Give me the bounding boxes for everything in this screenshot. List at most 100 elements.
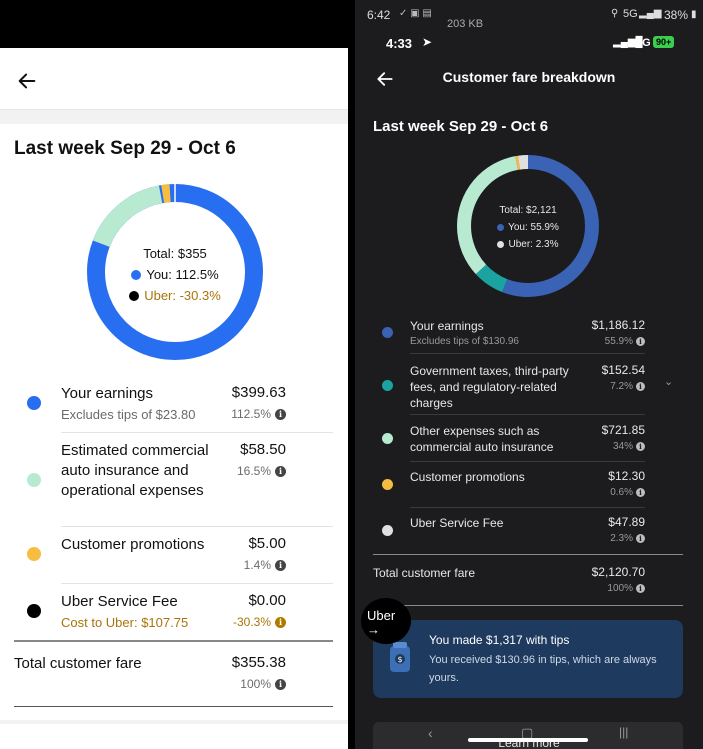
row-label: Your earnings bbox=[410, 319, 484, 333]
chevron-down-icon[interactable]: ⌄ bbox=[664, 375, 673, 388]
tips-title: You made $1,317 with tips bbox=[429, 633, 570, 647]
donut-center-legend: Total: $355 You: 112.5% Uber: -30.3% bbox=[110, 243, 240, 306]
location-icon: ⚲ bbox=[611, 8, 619, 19]
data-speed: 203 KB bbox=[447, 18, 484, 30]
bottom-gap bbox=[0, 720, 348, 724]
total-pct-wrap[interactable]: 100% i bbox=[607, 583, 645, 594]
battery-text: 38% bbox=[664, 8, 689, 22]
total-label: Total customer fare bbox=[373, 566, 476, 580]
info-icon[interactable]: i bbox=[275, 678, 286, 690]
status-bar-inner: 4:33 ➤ ▂▄▆█ 5G 90+ bbox=[355, 32, 703, 56]
tips-body: You received $130.96 in tips, which are … bbox=[429, 654, 657, 684]
donut-center-legend: Total: $2,121 You: 55.9% Uber: 2.3% bbox=[473, 202, 583, 253]
taxes-dot bbox=[382, 380, 393, 391]
header-title: Customer fare breakdown bbox=[442, 69, 616, 85]
row-pct: -30.3% bbox=[232, 615, 271, 629]
status-bar-outer: 6:42 ✓ ▣ ▤ 203 KB ⚲ 5G ▂▄▆ 38% ▮ bbox=[355, 0, 703, 32]
row-pct: 1.4% bbox=[243, 558, 271, 572]
network-label-2: 5G bbox=[636, 37, 651, 49]
info-icon[interactable]: i bbox=[636, 534, 645, 543]
row-pct-wrap[interactable]: 1.4% i bbox=[244, 558, 286, 572]
divider bbox=[61, 583, 333, 584]
notification-icons: ✓ ▣ ▤ bbox=[399, 8, 432, 19]
back-arrow-icon[interactable] bbox=[16, 70, 38, 92]
earnings-dot bbox=[382, 327, 393, 338]
info-icon[interactable]: i bbox=[636, 442, 645, 451]
status-bar bbox=[0, 0, 348, 48]
svg-text:$: $ bbox=[397, 655, 402, 664]
service-fee-dot bbox=[382, 525, 393, 536]
bubble-label: Uber bbox=[367, 608, 396, 623]
right-dark-screen: 6:42 ✓ ▣ ▤ 203 KB ⚲ 5G ▂▄▆ 38% ▮ 4:33 ➤ … bbox=[355, 0, 703, 749]
row-pct: 16.5% bbox=[236, 464, 271, 478]
battery-icon: ▮ bbox=[691, 9, 697, 20]
tips-card[interactable]: $ You made $1,317 with tips You received… bbox=[373, 620, 683, 698]
status-time-big: 4:33 bbox=[386, 36, 413, 51]
center-you: You: 55.9% bbox=[508, 222, 559, 233]
row-label: Government taxes, third-party fees, and … bbox=[410, 364, 569, 410]
insurance-dot bbox=[27, 473, 41, 487]
divider bbox=[410, 507, 645, 508]
network-label: 5G bbox=[623, 8, 638, 20]
row-pct: 112.5% bbox=[231, 407, 271, 421]
info-icon[interactable]: i bbox=[636, 337, 645, 346]
status-time: 6:42 bbox=[367, 8, 391, 22]
info-icon[interactable]: i bbox=[636, 584, 645, 593]
total-pct-wrap[interactable]: 100% i bbox=[240, 677, 286, 691]
row-amount: $1,186.12 bbox=[591, 318, 645, 332]
promotions-dot bbox=[27, 547, 41, 561]
row-pct: 7.2% bbox=[610, 381, 633, 392]
divider-bottom bbox=[14, 706, 333, 707]
row-sub: Excludes tips of $130.96 bbox=[410, 336, 519, 347]
row-pct: 0.6% bbox=[610, 487, 633, 498]
screenshot-composite: Last week Sep 29 - Oct 6 Total: $355 You… bbox=[0, 0, 703, 749]
info-icon[interactable]: i bbox=[275, 408, 286, 420]
divider-total bbox=[14, 640, 333, 642]
divider-bottom bbox=[373, 605, 683, 606]
row-amount: $47.89 bbox=[608, 515, 645, 529]
row-amount: $12.30 bbox=[608, 469, 645, 483]
row-amount: $5.00 bbox=[248, 535, 286, 552]
info-icon[interactable]: i bbox=[275, 465, 286, 477]
row-amount: $0.00 bbox=[248, 592, 286, 609]
row-label: Uber Service Fee bbox=[61, 593, 178, 610]
row-label: Your earnings bbox=[61, 385, 154, 402]
divider bbox=[61, 432, 333, 433]
divider-total bbox=[373, 554, 683, 555]
uber-floating-bubble[interactable]: Uber → bbox=[361, 598, 411, 644]
expenses-dot bbox=[382, 433, 393, 444]
row-pct-wrap[interactable]: 34% i bbox=[613, 441, 645, 452]
divider bbox=[410, 414, 645, 415]
info-icon[interactable]: i bbox=[275, 559, 286, 571]
row-label: Uber Service Fee bbox=[410, 516, 504, 530]
section-gap bbox=[0, 110, 348, 124]
you-dot bbox=[131, 269, 142, 280]
row-pct-wrap[interactable]: 2.3% i bbox=[610, 533, 645, 544]
row-amount: $399.63 bbox=[231, 384, 286, 401]
page-title: Last week Sep 29 - Oct 6 bbox=[14, 138, 236, 159]
home-indicator bbox=[468, 738, 588, 742]
nav-arrow-icon: ➤ bbox=[422, 35, 433, 49]
earnings-dot bbox=[27, 396, 41, 410]
row-pct-wrap[interactable]: 16.5% i bbox=[237, 464, 286, 478]
row-sub: Excludes tips of $23.80 bbox=[61, 407, 196, 422]
row-amount: $721.85 bbox=[601, 423, 645, 437]
info-icon[interactable]: i bbox=[636, 382, 645, 391]
info-icon[interactable]: i bbox=[636, 488, 645, 497]
row-pct-wrap[interactable]: 55.9% i bbox=[605, 336, 645, 347]
row-pct-wrap[interactable]: -30.3% i bbox=[233, 615, 286, 629]
row-pct: 55.9% bbox=[604, 336, 633, 347]
row-sub: Cost to Uber: $107.75 bbox=[61, 615, 189, 630]
info-icon[interactable]: i bbox=[275, 616, 286, 628]
total-pct: 100% bbox=[607, 583, 633, 594]
center-total: Total: $355 bbox=[143, 246, 207, 261]
row-pct-wrap[interactable]: 112.5% i bbox=[231, 407, 286, 421]
row-label: Other expenses such as commercial auto i… bbox=[410, 424, 554, 454]
page-title: Last week Sep 29 - Oct 6 bbox=[373, 118, 549, 135]
row-pct-wrap[interactable]: 0.6% i bbox=[610, 487, 645, 498]
row-pct-wrap[interactable]: 7.2% i bbox=[610, 381, 645, 392]
battery-badge: 90+ bbox=[653, 36, 675, 48]
tip-jar-icon: $ bbox=[390, 642, 410, 672]
total-label: Total customer fare bbox=[14, 655, 142, 672]
center-total: Total: $2,121 bbox=[499, 205, 557, 216]
